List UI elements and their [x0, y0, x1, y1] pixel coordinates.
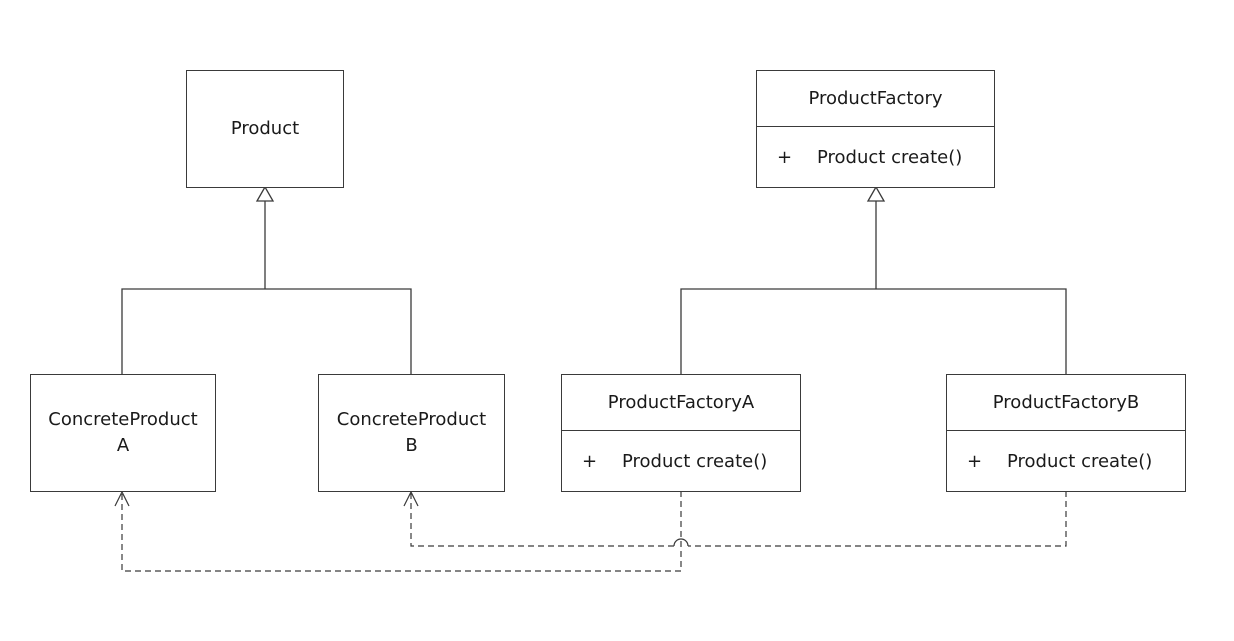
class-name: ConcreteProduct A	[31, 375, 215, 491]
class-product-factory-a[interactable]: ProductFactoryA + Product create()	[561, 374, 801, 492]
class-product-factory-b[interactable]: ProductFactoryB + Product create()	[946, 374, 1186, 492]
class-name-line-2: A	[116, 435, 130, 456]
inheritance-bus-factory	[680, 288, 1067, 374]
class-concrete-product-b[interactable]: ConcreteProduct B	[318, 374, 505, 492]
generalization-factory	[680, 185, 1067, 374]
inheritance-triangle-icon	[255, 185, 275, 202]
class-name: ConcreteProduct B	[319, 375, 504, 491]
class-concrete-product-a[interactable]: ConcreteProduct A	[30, 374, 216, 492]
inheritance-triangle-icon	[866, 185, 886, 202]
class-product[interactable]: Product	[186, 70, 344, 188]
visibility-public: +	[777, 146, 793, 168]
dependency-line	[688, 491, 1067, 547]
class-name: ProductFactoryB	[992, 391, 1140, 413]
class-name: ProductFactory	[808, 87, 943, 109]
class-name: ProductFactoryA	[607, 391, 755, 413]
class-name-line-2: B	[405, 435, 418, 456]
inheritance-bus-product	[121, 288, 412, 374]
operation-signature: Product create()	[817, 146, 963, 168]
operations-compartment: + Product create()	[562, 430, 800, 491]
operations-compartment: + Product create()	[757, 126, 994, 187]
dependency-line	[410, 493, 674, 547]
dependency-factory-a-to-product-a	[114, 490, 682, 572]
generalization-product	[121, 185, 412, 374]
class-name-line-1: ConcreteProduct	[48, 409, 198, 430]
dependency-line	[121, 491, 682, 572]
class-product-factory[interactable]: ProductFactory + Product create()	[756, 70, 995, 188]
dependency-factory-b-to-product-b	[403, 490, 1067, 547]
operations-compartment: + Product create()	[947, 430, 1185, 491]
operation-signature: Product create()	[1007, 450, 1153, 472]
operation-signature: Product create()	[622, 450, 768, 472]
visibility-public: +	[967, 450, 983, 472]
class-name-line-1: ConcreteProduct	[336, 409, 487, 430]
class-name: Product	[230, 118, 300, 139]
visibility-public: +	[582, 450, 598, 472]
